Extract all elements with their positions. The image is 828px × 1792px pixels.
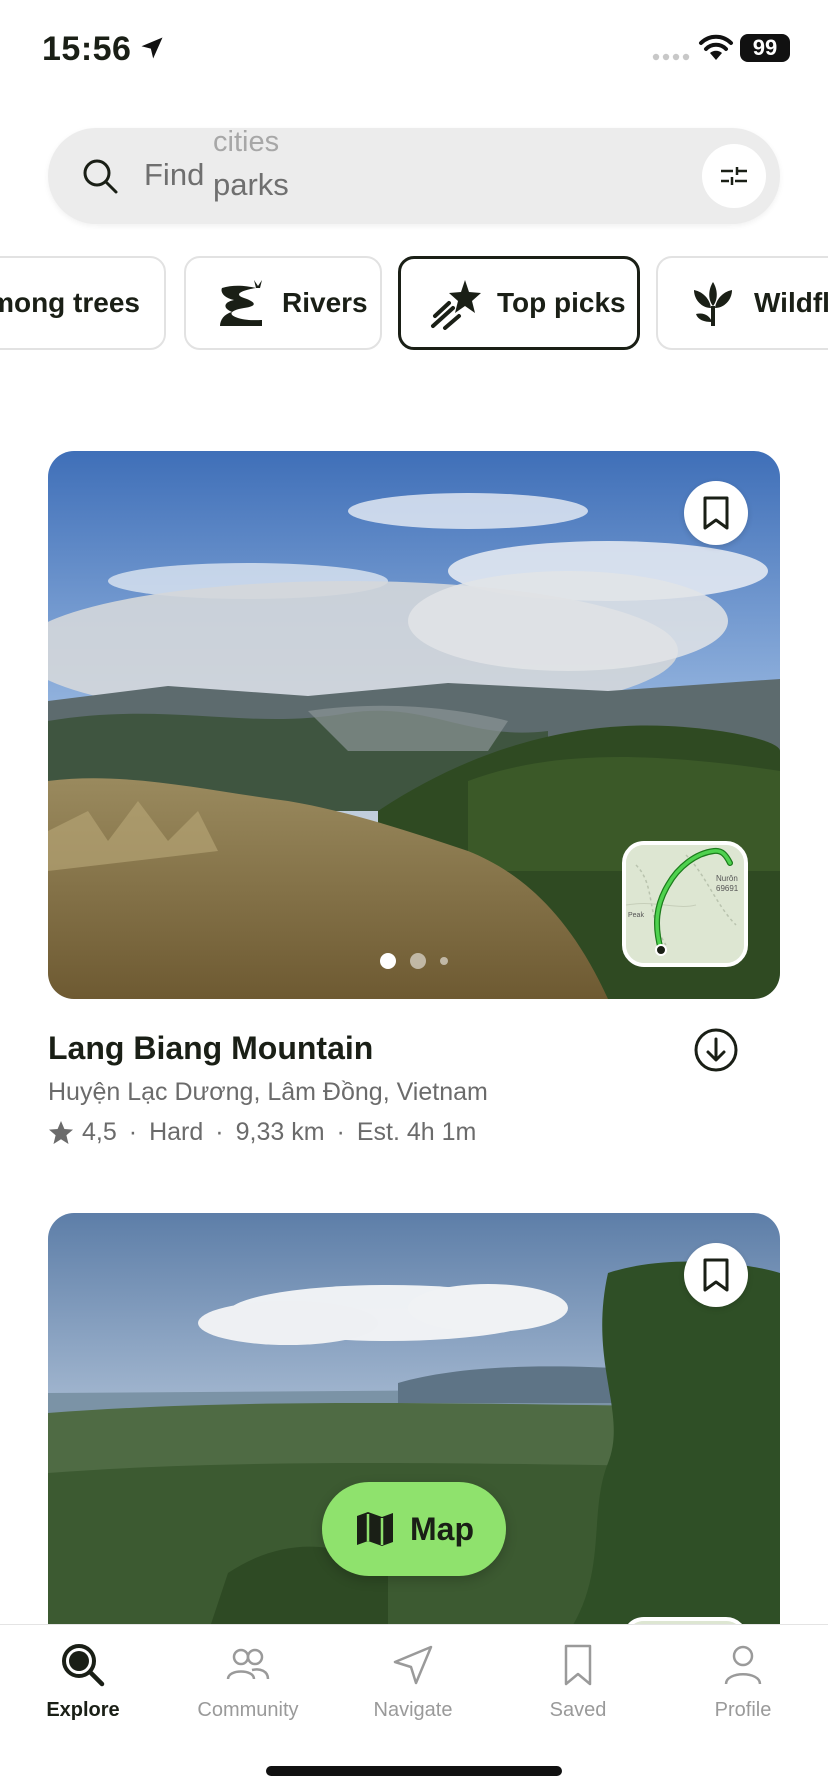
trail-rating: 4,5 [82, 1118, 117, 1146]
wifi-icon [699, 34, 733, 60]
chip-label: Top picks [497, 287, 626, 318]
tab-label: Saved [549, 1699, 607, 1721]
trail-difficulty: Hard [149, 1118, 204, 1146]
chip-rivers[interactable]: Rivers [184, 256, 382, 350]
map-label: Peak [628, 912, 644, 919]
tab-profile[interactable]: Profile [660, 1641, 826, 1741]
profile-icon [724, 1645, 762, 1685]
tab-community[interactable]: Community [165, 1641, 331, 1741]
home-indicator [266, 1766, 562, 1776]
map-button-label: Map [410, 1510, 474, 1547]
trail-duration: Est. 4h 1m [356, 1118, 477, 1146]
tab-explore[interactable]: Explore [0, 1641, 166, 1741]
download-icon[interactable] [692, 1026, 740, 1074]
trail-route-map: Nurôn 69691 Peak [626, 845, 744, 963]
trail-distance: 9,33 km [235, 1118, 325, 1146]
tab-label: Profile [714, 1699, 772, 1721]
search-placeholder-previous: cities [213, 128, 280, 158]
chip-top-picks[interactable]: Top picks [398, 256, 640, 350]
chip-among-trees[interactable]: mong trees [0, 256, 166, 350]
bookmark-icon [703, 496, 729, 530]
chip-label: Wildflo [754, 287, 828, 318]
separator: · [128, 1118, 138, 1146]
filter-button[interactable] [702, 144, 766, 208]
search-placeholder-current: parks [213, 167, 289, 202]
trail-map-thumbnail[interactable]: Nurôn 69691 Peak [622, 841, 748, 967]
map-label: Nurôn [716, 874, 738, 883]
bookmark-icon [703, 1258, 729, 1292]
status-bar: 15:56 99 [0, 0, 828, 100]
carousel-dot [440, 957, 448, 965]
map-button[interactable]: Map [322, 1482, 506, 1576]
saved-bookmark-icon [564, 1644, 592, 1686]
search-icon [83, 159, 118, 194]
tab-label: Explore [46, 1699, 120, 1721]
wildflower-icon [694, 282, 732, 326]
photo-carousel-dots [48, 953, 780, 969]
chip-label: Rivers [282, 287, 368, 318]
cellular-signal-icon [652, 53, 690, 61]
trail-name[interactable]: Lang Biang Mountain [48, 1030, 373, 1067]
tab-saved[interactable]: Saved [495, 1641, 661, 1741]
location-arrow-icon [141, 37, 163, 59]
bookmark-button[interactable] [684, 1243, 748, 1307]
chip-label: mong trees [0, 287, 140, 318]
map-label: 69691 [716, 884, 739, 893]
explore-search-icon [62, 1644, 105, 1687]
carousel-dot [380, 953, 396, 969]
search-bar[interactable]: Find cities parks [48, 128, 780, 224]
battery-indicator: 99 [740, 34, 790, 62]
tab-label: Community [197, 1699, 299, 1721]
separator: · [215, 1118, 224, 1146]
map-icon [357, 1512, 393, 1546]
carousel-dot [410, 953, 426, 969]
bookmark-button[interactable] [684, 481, 748, 545]
status-time: 15:56 [42, 30, 132, 68]
search-placeholder-rotator: cities parks [213, 128, 413, 224]
trail-location: Huyện Lạc Dương, Lâm Đồng, Vietnam [48, 1078, 488, 1106]
rivers-icon [220, 280, 262, 326]
filter-sliders-icon [721, 167, 747, 185]
separator: · [336, 1118, 345, 1146]
category-chips: mong trees Rivers Top picks Wildflo [0, 256, 828, 352]
shooting-star-icon [431, 280, 481, 330]
community-icon [226, 1648, 270, 1680]
tab-navigate[interactable]: Navigate [330, 1641, 496, 1741]
star-icon [49, 1120, 73, 1144]
chip-wildflowers[interactable]: Wildflo [656, 256, 828, 350]
search-prefix: Find [144, 157, 205, 192]
tab-label: Navigate [373, 1699, 453, 1721]
navigate-arrow-icon [393, 1645, 433, 1685]
trail-photo[interactable]: Nurôn 69691 Peak [48, 451, 780, 999]
trail-stats: 4,5 · Hard · 9,33 km · Est. 4h 1m [48, 1118, 476, 1147]
